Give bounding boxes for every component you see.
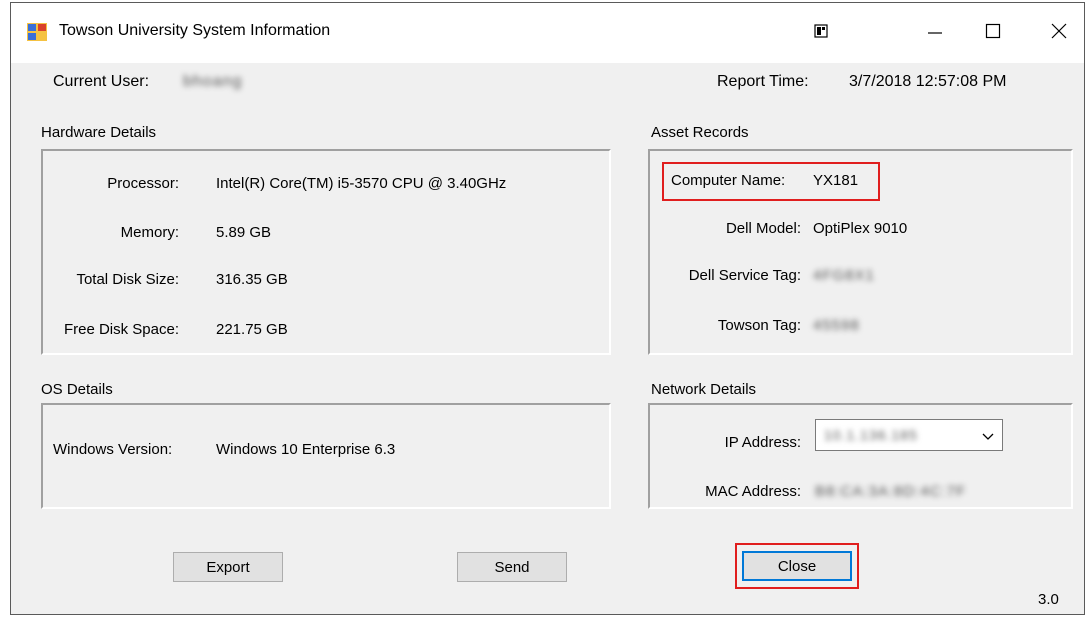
dell-model-value: OptiPlex 9010 xyxy=(813,220,908,237)
network-details-group: IP Address: 10.1.136.185 MAC Address: B8… xyxy=(648,403,1073,509)
export-button[interactable]: Export xyxy=(173,552,283,582)
memory-value: 5.89 GB xyxy=(216,224,272,241)
version-label: 3.0 xyxy=(1038,591,1059,608)
processor-value: Intel(R) Core(TM) i5-3570 CPU @ 3.40GHz xyxy=(216,175,507,192)
processor-label: Processor: xyxy=(107,175,179,192)
total-disk-value: 316.35 GB xyxy=(216,271,288,288)
hardware-details-group: Processor: Intel(R) Core(TM) i5-3570 CPU… xyxy=(41,149,611,355)
snap-layout-icon xyxy=(814,24,828,42)
report-time-label: Report Time: xyxy=(717,73,809,90)
current-user-label: Current User: xyxy=(53,73,150,90)
memory-label: Memory: xyxy=(120,224,179,241)
asset-records-group: Computer Name: YX181 Dell Model: OptiPle… xyxy=(648,149,1073,355)
minimize-icon xyxy=(927,23,943,43)
chevron-down-icon xyxy=(982,429,994,446)
ip-address-select[interactable]: 10.1.136.185 xyxy=(815,419,1003,451)
os-details-group: Windows Version: Windows 10 Enterprise 6… xyxy=(41,403,611,509)
network-details-title: Network Details xyxy=(651,381,757,398)
app-window: Towson University System Information Cur… xyxy=(10,2,1085,615)
towson-tag-value: 45598 xyxy=(813,317,860,334)
close-icon xyxy=(1051,23,1067,43)
current-user-value: bhoang xyxy=(183,73,243,90)
free-disk-label: Free Disk Space: xyxy=(63,321,179,338)
asset-records-title: Asset Records xyxy=(651,124,749,141)
minimize-button[interactable] xyxy=(909,3,961,63)
hardware-details-title: Hardware Details xyxy=(41,124,157,141)
dell-model-label: Dell Model: xyxy=(725,220,801,237)
computer-name-label: Computer Name: xyxy=(671,172,786,189)
computer-name-value: YX181 xyxy=(813,172,859,189)
title-bar[interactable]: Towson University System Information xyxy=(11,3,1084,63)
maximize-button[interactable] xyxy=(967,3,1019,63)
ip-address-value: 10.1.136.185 xyxy=(824,427,918,443)
snap-layout-button[interactable] xyxy=(795,3,847,63)
windows-version-label: Windows Version: xyxy=(53,441,173,458)
app-window-icon xyxy=(27,23,47,41)
close-window-button[interactable] xyxy=(1033,3,1085,63)
report-time-value: 3/7/2018 12:57:08 PM xyxy=(849,73,1007,90)
windows-version-value: Windows 10 Enterprise 6.3 xyxy=(216,441,396,458)
os-details-title: OS Details xyxy=(41,381,113,398)
dell-service-tag-value: 4FG8X1 xyxy=(813,267,875,284)
ip-address-label: IP Address: xyxy=(724,434,801,451)
towson-tag-label: Towson Tag: xyxy=(717,317,801,334)
dell-service-tag-label: Dell Service Tag: xyxy=(688,267,801,284)
maximize-icon xyxy=(985,23,1001,43)
total-disk-label: Total Disk Size: xyxy=(76,271,179,288)
send-button[interactable]: Send xyxy=(457,552,567,582)
mac-address-label: MAC Address: xyxy=(705,483,801,500)
close-button[interactable]: Close xyxy=(742,551,852,581)
free-disk-value: 221.75 GB xyxy=(216,321,288,338)
window-title: Towson University System Information xyxy=(59,22,331,39)
mac-address-value: B8:CA:3A:8D:4C:7F xyxy=(815,483,967,500)
